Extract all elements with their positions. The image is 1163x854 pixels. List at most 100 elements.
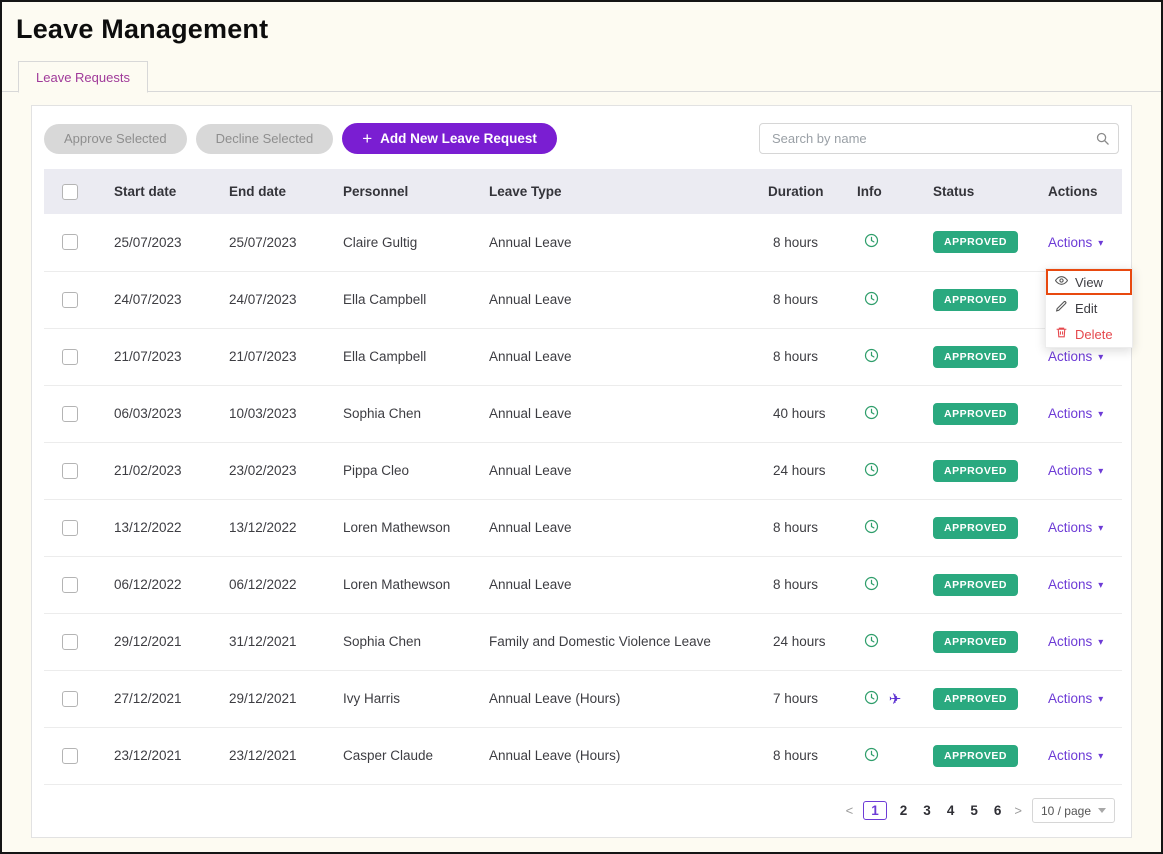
page-3[interactable]: 3 (920, 802, 934, 819)
personnel-name: Sophia Chen (343, 634, 421, 649)
row-checkbox[interactable] (62, 577, 78, 593)
actions-dropdown[interactable]: Actions ▾ (1048, 520, 1103, 535)
clock-icon[interactable] (864, 351, 879, 366)
leave-requests-table: Start date End date Personnel Leave Type… (44, 169, 1122, 785)
tab-leave-requests[interactable]: Leave Requests (18, 61, 148, 93)
actions-dropdown[interactable]: Actions ▾ (1048, 634, 1103, 649)
search-icon (1095, 131, 1110, 151)
row-checkbox[interactable] (62, 520, 78, 536)
end-date-value: 29/12/2021 (229, 691, 297, 706)
actions-dropdown[interactable]: Actions ▾ (1048, 691, 1103, 706)
caret-down-icon: ▾ (1098, 409, 1103, 420)
leave-type-value: Family and Domestic Violence Leave (489, 634, 711, 649)
actions-label: Actions (1048, 463, 1092, 478)
row-checkbox[interactable] (62, 634, 78, 650)
page-4[interactable]: 4 (944, 802, 958, 819)
toolbar: Approve Selected Decline Selected + Add … (32, 106, 1131, 169)
prev-page-arrow[interactable]: < (846, 803, 854, 818)
clock-icon[interactable] (864, 236, 879, 251)
chevron-down-icon (1098, 808, 1106, 813)
actions-menu: View Edit Delete (1045, 268, 1133, 348)
approve-selected-button[interactable]: Approve Selected (44, 124, 187, 154)
page-size-select[interactable]: 10 / page (1032, 798, 1115, 823)
add-button-label: Add New Leave Request (380, 131, 537, 146)
decline-selected-button[interactable]: Decline Selected (196, 124, 334, 154)
actions-dropdown[interactable]: Actions ▾ (1048, 577, 1103, 592)
duration-value: 8 hours (768, 235, 818, 250)
personnel-name: Loren Mathewson (343, 520, 450, 535)
duration-value: 8 hours (768, 349, 818, 364)
duration-value: 7 hours (768, 691, 818, 706)
clock-icon[interactable] (864, 636, 879, 651)
row-checkbox[interactable] (62, 234, 78, 250)
clock-icon[interactable] (864, 579, 879, 594)
actions-dropdown[interactable]: Actions ▾ (1048, 235, 1103, 250)
status-badge: APPROVED (933, 289, 1018, 311)
clock-icon[interactable] (864, 465, 879, 480)
personnel-name: Pippa Cleo (343, 463, 409, 478)
duration-value: 24 hours (768, 463, 826, 478)
clock-icon[interactable] (864, 522, 879, 537)
clock-icon[interactable] (864, 750, 879, 765)
start-date-value: 21/02/2023 (114, 463, 182, 478)
col-actions: Actions (1048, 169, 1122, 214)
start-date-value: 06/03/2023 (114, 406, 182, 421)
menu-item-edit[interactable]: Edit (1046, 295, 1132, 321)
plane-icon[interactable]: ✈ (889, 691, 902, 708)
duration-value: 8 hours (768, 748, 818, 763)
table-row: 27/12/2021 29/12/2021 Ivy Harris Annual … (44, 670, 1122, 727)
menu-edit-label: Edit (1075, 301, 1097, 316)
tab-bar: Leave Requests (2, 61, 1161, 92)
plus-icon: + (362, 130, 372, 147)
start-date-value: 29/12/2021 (114, 634, 182, 649)
caret-down-icon: ▾ (1098, 352, 1103, 363)
row-checkbox[interactable] (62, 292, 78, 308)
table-row: 06/03/2023 10/03/2023 Sophia Chen Annual… (44, 385, 1122, 442)
personnel-name: Casper Claude (343, 748, 433, 763)
page-1[interactable]: 1 (863, 801, 887, 820)
personnel-name: Ella Campbell (343, 349, 426, 364)
page-5[interactable]: 5 (967, 802, 981, 819)
leave-type-value: Annual Leave (489, 349, 572, 364)
select-all-checkbox[interactable] (62, 184, 78, 200)
search-input[interactable] (759, 123, 1119, 154)
actions-label: Actions (1048, 406, 1092, 421)
actions-dropdown[interactable]: Actions ▾ (1048, 463, 1103, 478)
status-badge: APPROVED (933, 745, 1018, 767)
col-status: Status (933, 169, 1048, 214)
col-info: Info (857, 169, 933, 214)
row-checkbox[interactable] (62, 748, 78, 764)
row-checkbox[interactable] (62, 691, 78, 707)
actions-dropdown[interactable]: Actions ▾ (1048, 406, 1103, 421)
personnel-name: Loren Mathewson (343, 577, 450, 592)
clock-icon[interactable] (864, 408, 879, 423)
page-6[interactable]: 6 (991, 802, 1005, 819)
menu-item-view[interactable]: View (1046, 269, 1132, 295)
row-checkbox[interactable] (62, 463, 78, 479)
table-row: 23/12/2021 23/12/2021 Casper Claude Annu… (44, 727, 1122, 784)
actions-dropdown[interactable]: Actions ▾ (1048, 748, 1103, 763)
start-date-value: 13/12/2022 (114, 520, 182, 535)
status-badge: APPROVED (933, 517, 1018, 539)
add-new-leave-request-button[interactable]: + Add New Leave Request (342, 123, 557, 154)
page-size-value: 10 / page (1041, 804, 1091, 818)
page-2[interactable]: 2 (897, 802, 911, 819)
row-checkbox[interactable] (62, 406, 78, 422)
duration-value: 8 hours (768, 292, 818, 307)
leave-type-value: Annual Leave (489, 406, 572, 421)
menu-delete-label: Delete (1075, 327, 1113, 342)
leave-type-value: Annual Leave (489, 292, 572, 307)
clock-icon[interactable] (864, 693, 883, 708)
leave-management-page: Leave Management Leave Requests Approve … (0, 0, 1163, 854)
row-checkbox[interactable] (62, 349, 78, 365)
end-date-value: 13/12/2022 (229, 520, 297, 535)
next-page-arrow[interactable]: > (1014, 803, 1022, 818)
status-badge: APPROVED (933, 574, 1018, 596)
actions-dropdown[interactable]: Actions ▾ (1048, 349, 1103, 364)
leave-type-value: Annual Leave (489, 235, 572, 250)
duration-value: 24 hours (768, 634, 826, 649)
duration-value: 8 hours (768, 520, 818, 535)
clock-icon[interactable] (864, 294, 879, 309)
status-badge: APPROVED (933, 631, 1018, 653)
menu-item-delete[interactable]: Delete (1046, 321, 1132, 347)
